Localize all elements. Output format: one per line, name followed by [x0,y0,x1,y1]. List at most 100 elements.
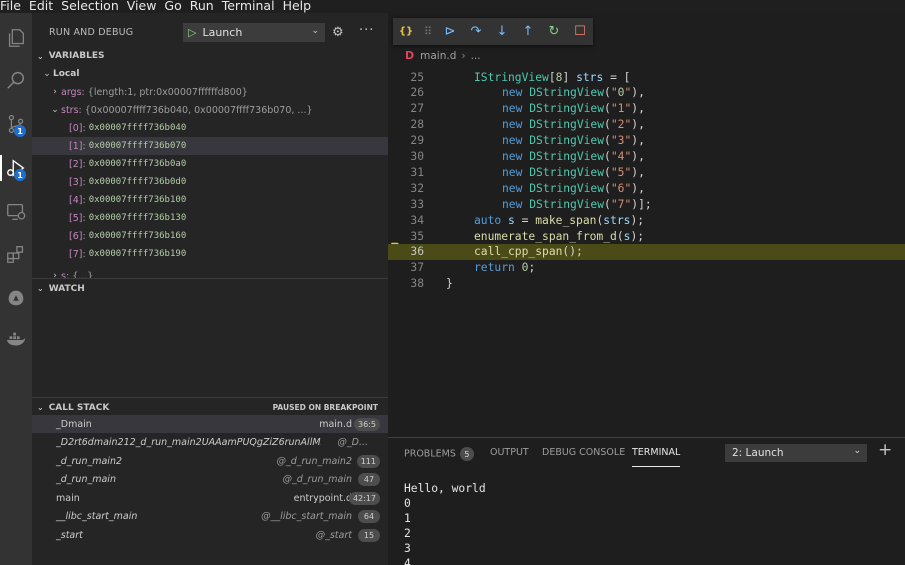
stop-icon[interactable]: ☐ [567,24,593,39]
array-item-row[interactable]: [7]: 0x00007ffff736b190 [32,245,388,263]
watch-header[interactable]: ⌄ WATCH [32,278,388,298]
launch-config-label: Launch [202,26,243,39]
frame-source: main.d [319,418,352,430]
callstack-header[interactable]: ⌄ CALL STACK PAUSED ON BREAKPOINT [32,397,388,417]
array-item-row[interactable]: [3]: 0x00007ffff736b0d0 [32,173,388,191]
step-over-icon[interactable]: ↷ [463,24,489,39]
variable-row[interactable]: ⌄ strs: {0x00007ffff736b040, 0x00007ffff… [32,101,388,119]
code-text: } [446,277,453,291]
code-text: new DStringView("3"), [502,134,645,148]
debug-title: RUN AND DEBUG [49,27,134,38]
array-value: 0x00007ffff736b0a0 [88,159,187,169]
code-line[interactable]: 33 new DStringView("7")]; [388,196,905,212]
code-line[interactable]: 28 new DStringView("2"), [388,117,905,133]
array-item-row[interactable]: [4]: 0x00007ffff736b100 [32,191,388,209]
editor: D main.d › ... 25 IStringView[8] strs = [… [388,13,905,437]
callstack-frame[interactable]: __libc_start_main @__libc_start_main 64 [32,508,388,526]
menu-go[interactable]: Go [162,0,187,12]
array-index: [4] [69,194,83,206]
launch-config-select[interactable]: ▷ Launch ⌄ [183,23,325,42]
code-line[interactable]: 36 call_cpp_span(); [388,243,905,260]
add-terminal-icon[interactable]: + [878,440,892,460]
menu-terminal[interactable]: Terminal [220,0,281,12]
chevron-down-icon: ⌄ [37,284,44,293]
callstack-frame[interactable]: main entrypoint.d 42:17 [32,489,388,507]
callstack-frame[interactable]: _D2rt6dmain212_d_run_main2UAAamPUQgZiZ6r… [32,434,388,452]
menu-view[interactable]: View [125,0,163,12]
variables-title: VARIABLES [48,51,105,61]
code-line[interactable]: 25 IStringView[8] strs = [ [388,69,905,85]
restart-icon[interactable]: ↻ [541,24,567,39]
extensions-icon[interactable] [0,239,32,269]
tab-terminal[interactable]: TERMINAL [632,447,681,467]
source-control-icon[interactable]: 1 [0,109,32,139]
code-line[interactable]: 30 new DStringView("4"), [388,149,905,165]
tab-problems[interactable]: PROBLEMS 5 [404,447,474,467]
array-item-row[interactable]: [6]: 0x00007ffff736b160 [32,227,388,245]
array-index: [2] [69,158,83,170]
run-debug-icon[interactable]: 1 [0,153,32,183]
callstack-frame[interactable]: _start @_start 15 [32,526,388,544]
line-number: 36 [410,245,424,259]
menu-file[interactable]: File [0,0,27,12]
code-line[interactable]: 37 return 0; [388,260,905,276]
code-line[interactable]: 32 new DStringView("6"), [388,180,905,196]
callstack-frame[interactable]: _d_run_main2 @_d_run_main2 111 [32,452,388,470]
more-actions-icon[interactable]: ··· [359,23,374,38]
breadcrumb-more[interactable]: ... [471,50,481,62]
code-text: enumerate_span_from_d(s); [474,229,645,243]
step-into-icon[interactable]: ↓ [489,24,515,39]
line-number: 28 [410,118,424,132]
explorer-icon[interactable] [0,23,32,53]
scope-local[interactable]: ⌄ Local [32,65,388,83]
debug-sidebar: RUN AND DEBUG ▷ Launch ⌄ ⚙ ··· ⌄ VARIABL… [32,13,388,565]
code-line[interactable]: 34 auto s = make_span(strs); [388,212,905,228]
tab-debug-console[interactable]: DEBUG CONSOLE [542,447,625,467]
frame-name: _start [56,529,83,541]
docker-icon[interactable] [0,325,32,355]
breadcrumb-file[interactable]: main.d [420,50,456,62]
code-line[interactable]: 35 enumerate_span_from_d(s); [388,228,905,244]
chevron-down-icon: ⌄ [51,105,59,115]
callstack-frame[interactable]: _Dmain main.d 36:5 [32,415,388,433]
variables-header[interactable]: ⌄ VARIABLES [32,46,388,66]
code-text: call_cpp_span(); [474,245,583,259]
code-line[interactable]: 29 new DStringView("3"), [388,133,905,149]
tab-output[interactable]: OUTPUT [490,447,529,467]
line-number: 27 [410,102,424,116]
search-icon[interactable] [0,65,32,95]
drag-handle-icon[interactable]: ⠿ [419,25,437,38]
code-text: new DStringView("7")]; [502,197,652,211]
menu-edit[interactable]: Edit [27,0,59,12]
array-item-row[interactable]: [2]: 0x00007ffff736b0a0 [32,155,388,173]
gear-icon[interactable]: ⚙ [332,25,344,40]
menu-run[interactable]: Run [188,0,220,12]
menu-help[interactable]: Help [281,0,318,12]
array-value: 0x00007ffff736b160 [88,231,187,241]
array-item-row[interactable]: [5]: 0x00007ffff736b130 [32,209,388,227]
array-item-row[interactable]: [1]: 0x00007ffff736b070 [32,137,388,155]
array-value: 0x00007ffff736b070 [88,141,187,151]
array-item-row[interactable]: [0]: 0x00007ffff736b040 [32,119,388,137]
array-value: 0x00007ffff736b040 [88,123,187,133]
variable-value: {0x00007ffff736b040, 0x00007ffff736b070,… [84,104,313,116]
callstack-frame[interactable]: _d_run_main @_d_run_main 47 [32,471,388,489]
code-line[interactable]: 27 new DStringView("1"), [388,101,905,117]
array-index: [0] [69,122,83,134]
terminal-select[interactable]: 2: Launch ⌄ [725,444,867,462]
array-value: 0x00007ffff736b0d0 [88,177,187,187]
start-debugging-icon[interactable]: ▷ [188,26,196,39]
code-line[interactable]: 38} [388,276,905,292]
code-line[interactable]: 26 new DStringView("0"), [388,85,905,101]
testing-icon[interactable] [0,283,32,313]
code-text: new DStringView("1"), [502,102,645,116]
continue-icon[interactable]: ⊳ [437,24,463,39]
code-line[interactable]: 31 new DStringView("5"), [388,164,905,180]
variable-row[interactable]: › args: {length:1, ptr:0x00007ffffffd800… [32,83,388,101]
problems-count: 5 [459,447,474,461]
variable-name: args [61,86,82,98]
step-out-icon[interactable]: ↑ [515,24,541,39]
chevron-right-icon: › [53,87,57,97]
menu-selection[interactable]: Selection [59,0,125,12]
remote-explorer-icon[interactable] [0,197,32,227]
